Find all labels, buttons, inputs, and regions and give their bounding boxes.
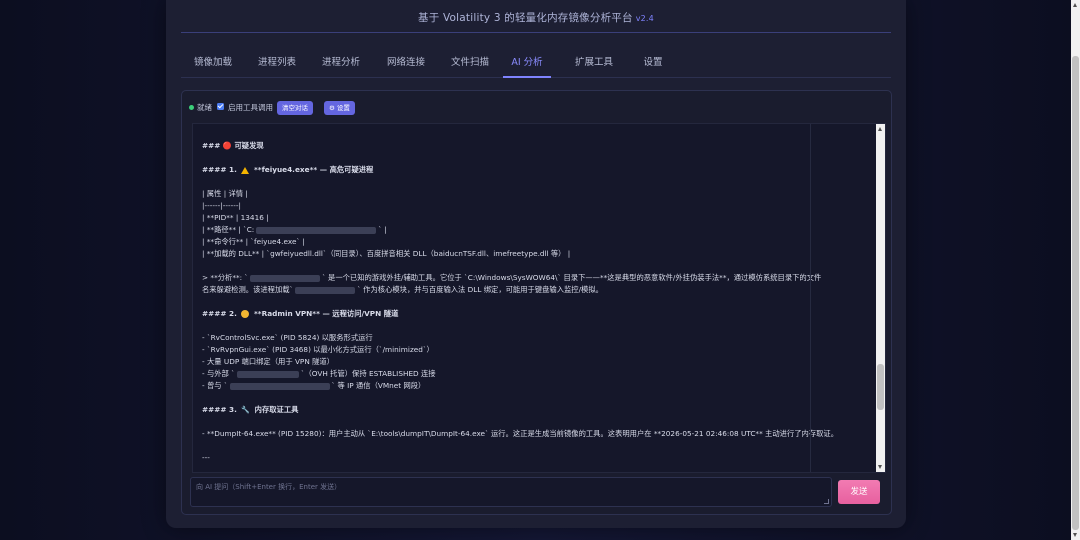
finding-3-heading: #### 3. 🔧 内存取证工具 (202, 404, 802, 416)
title-divider (181, 32, 891, 33)
vpn-item-5: - 曾与 ` ` 等 IP 通信（VMnet 网段） (202, 380, 802, 392)
vpn-item-4: - 与外部 ` `（OVH 托管）保持 ESTABLISHED 连接 (202, 368, 802, 380)
window-scroll-up-icon[interactable] (1073, 3, 1077, 7)
dumpit-item: - **DumpIt-64.exe** (PID 15280)：用户主动从 `E… (202, 429, 839, 438)
chat-scrollbar[interactable] (876, 124, 885, 472)
finding-2-heading: #### 2. **Radmin VPN** — 远程访问/VPN 隧道 (202, 308, 802, 320)
tab-network[interactable]: 网络连接 (386, 50, 426, 76)
path-suffix: ` | (378, 225, 387, 234)
chat-area[interactable]: ### 🔴 可疑发现 #### 1. **feiyue4.exe** — 高危可… (192, 123, 886, 473)
redacted-path (256, 226, 377, 234)
main-panel: 基于 Volatility 3 的轻量化内存镜像分析平台 v2.4 镜像加载 进程… (166, 0, 906, 528)
window-scrollbar[interactable] (1071, 0, 1080, 540)
finding-3-title: 内存取证工具 (254, 405, 299, 414)
finding-1-number: #### 1. (202, 165, 237, 174)
tab-extensions[interactable]: 扩展工具 (574, 50, 614, 76)
app-title: 基于 Volatility 3 的轻量化内存镜像分析平台 v2.4 (166, 10, 906, 25)
table-row-path: | **路径** | `C: ` | (202, 224, 802, 236)
redacted-ip (236, 370, 299, 378)
window-scroll-down-icon[interactable] (1073, 533, 1077, 537)
vpn-item-5-prefix: - 曾与 ` (202, 381, 228, 390)
wrench-icon: 🔧 (241, 406, 251, 414)
finding-3-number: #### 3. (202, 405, 237, 414)
analysis-text: ` 是一个已知的游戏外挂/辅助工具。它位于 `C:\Windows\SysWOW… (322, 273, 822, 282)
redacted-exe-path (250, 274, 321, 282)
analysis-line2-suffix: ` 作为核心模块，并与百度输入法 DLL 绑定，可能用于键盘输入监控/模拟。 (357, 285, 603, 294)
analysis-line2-prefix: 名来躲避检测。该进程加载` (202, 285, 294, 294)
warning-icon (241, 166, 250, 174)
vpn-item-5-suffix: ` 等 IP 通信（VMnet 网段） (331, 381, 426, 390)
analysis-line-2: 名来躲避检测。该进程加载` ` 作为核心模块，并与百度输入法 DLL 绑定，可能用… (202, 284, 802, 296)
table-separator: |------|------| (202, 201, 241, 210)
analysis-line-1: > **分析**: ` ` 是一个已知的游戏外挂/辅助工具。它位于 `C:\Win… (202, 272, 821, 284)
prompt-input[interactable] (191, 478, 831, 510)
chat-side-divider (810, 124, 811, 472)
ai-analysis-card: 就绪 启用工具调用 清空对话 ⚙ 设置 ### 🔴 可疑发现 #### 1. *… (181, 90, 892, 515)
tab-bar: 镜像加载 进程列表 进程分析 网络连接 文件扫描 AI 分析 扩展工具 设置 (181, 50, 891, 78)
scroll-down-icon[interactable] (878, 465, 882, 469)
tab-image-load[interactable]: 镜像加载 (193, 50, 233, 76)
finding-2-title: **Radmin VPN** — 远程访问/VPN 隧道 (253, 309, 399, 318)
table-row-cmd: | **命令行** | `feiyue4.exe` | (202, 237, 305, 246)
tab-process-analysis[interactable]: 进程分析 (321, 50, 361, 76)
app-title-text: 基于 Volatility 3 的轻量化内存镜像分析平台 (418, 12, 633, 24)
ai-message: ### 🔴 可疑发现 #### 1. **feiyue4.exe** — 高危可… (202, 140, 839, 464)
vpn-item-2: - `RvRvpnGui.exe` (PID 3468) 以最小化方式运行（`/… (202, 345, 434, 354)
suspicious-heading-text: ### 🔴 可疑发现 (202, 141, 264, 150)
app-version: v2.4 (635, 14, 654, 23)
window-scroll-thumb[interactable] (1072, 56, 1079, 530)
finding-2-number: #### 2. (202, 309, 237, 318)
vpn-item-3: - 大量 UDP 端口绑定（用于 VPN 隧道） (202, 357, 335, 366)
scroll-up-icon[interactable] (878, 127, 882, 131)
status-dot (189, 105, 194, 110)
clear-chat-button[interactable]: 清空对话 (277, 101, 313, 115)
chat-scroll-thumb[interactable] (877, 364, 884, 410)
table-row-pid: | **PID** | 13416 | (202, 213, 269, 222)
redacted-dll-name (295, 286, 356, 294)
tab-settings[interactable]: 设置 (638, 50, 668, 76)
settings-button[interactable]: ⚙ 设置 (324, 101, 355, 115)
analysis-prefix: > **分析**: ` (202, 273, 249, 282)
redacted-ips (229, 382, 330, 390)
horizontal-rule: --- (202, 453, 210, 462)
finding-1-heading: #### 1. **feiyue4.exe** — 高危可疑进程 (202, 164, 802, 176)
prompt-input-box (190, 477, 832, 510)
tab-process-list[interactable]: 进程列表 (257, 50, 297, 76)
tool-call-label[interactable]: 启用工具调用 (228, 102, 273, 113)
table-header: | 属性 | 详情 | (202, 189, 248, 198)
vpn-item-4-suffix: `（OVH 托管）保持 ESTABLISHED 连接 (300, 369, 436, 378)
suspicious-heading: ### 🔴 可疑发现 (202, 140, 802, 152)
tab-ai-analysis[interactable]: AI 分析 (503, 50, 551, 78)
yellow-circle-icon (241, 310, 250, 318)
path-prefix: | **路径** | `C: (202, 225, 255, 234)
tool-call-checkbox[interactable] (217, 103, 224, 110)
table-row-dll: | **加载的 DLL** | `gwfeiyuedll.dll`（同目录）、百… (202, 249, 571, 258)
vpn-item-1: - `RvControlSvc.exe` (PID 5824) 以服务形式运行 (202, 333, 373, 342)
resize-handle-icon[interactable] (824, 499, 829, 504)
tab-file-scan[interactable]: 文件扫描 (450, 50, 490, 76)
send-button[interactable]: 发送 (838, 480, 880, 504)
finding-1-title: **feiyue4.exe** — 高危可疑进程 (253, 165, 374, 174)
vpn-item-4-prefix: - 与外部 ` (202, 369, 235, 378)
status-text: 就绪 (197, 103, 212, 112)
